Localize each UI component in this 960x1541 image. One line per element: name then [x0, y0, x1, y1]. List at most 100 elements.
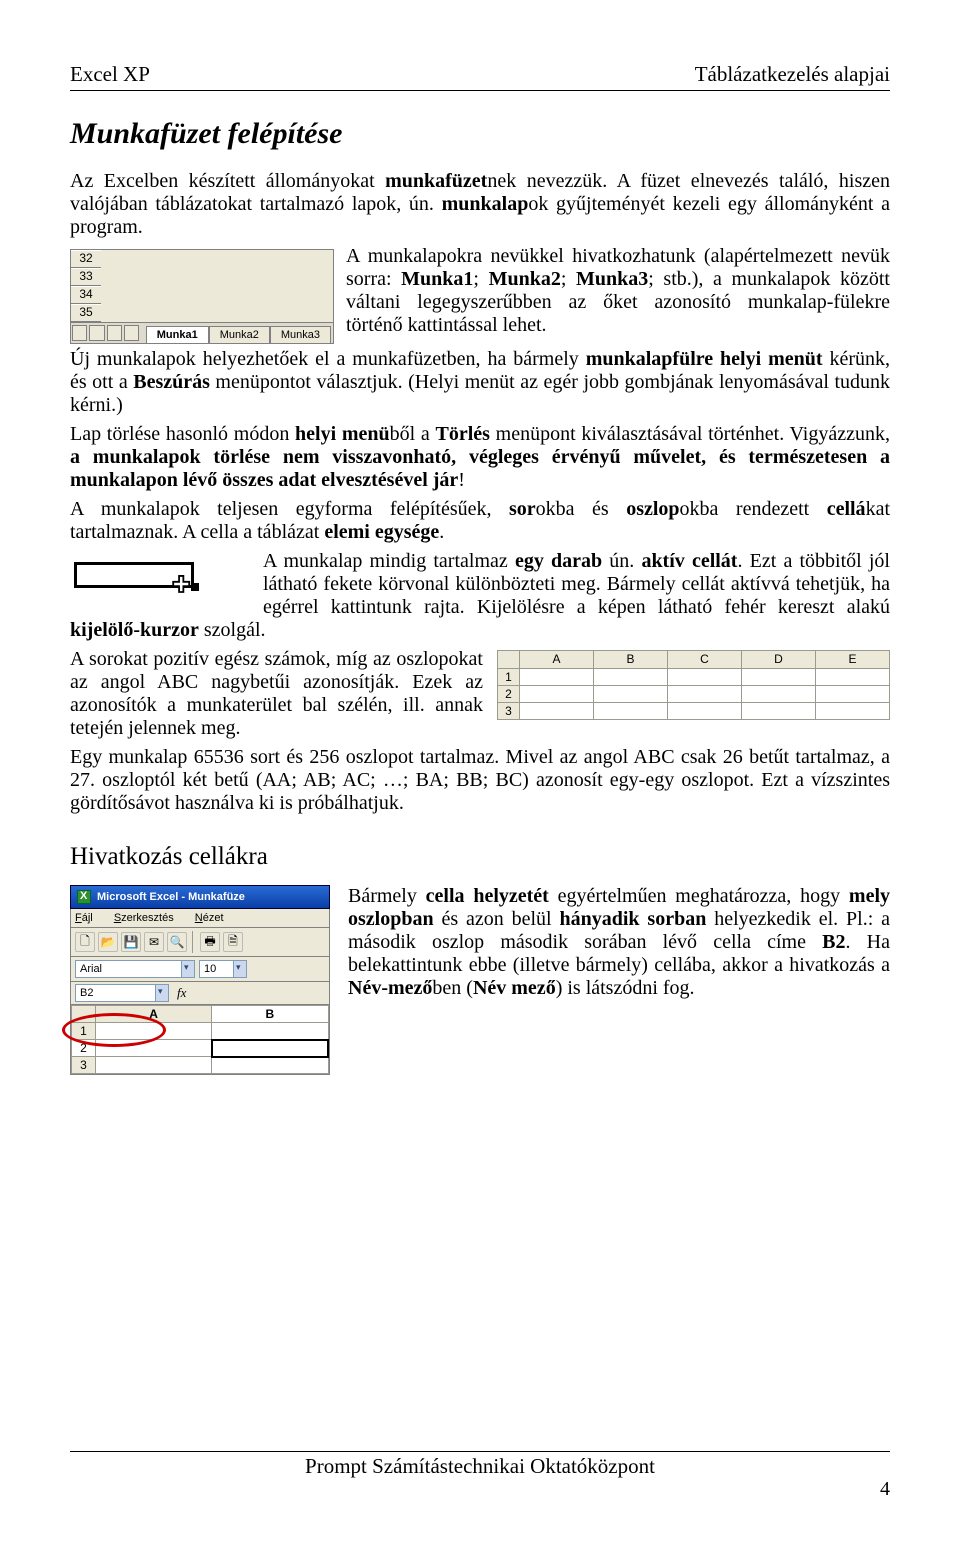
t: hányadik sorban — [560, 908, 707, 930]
search-icon[interactable]: 🔍 — [167, 932, 187, 952]
t: ézet — [203, 912, 224, 924]
chevron-down-icon[interactable] — [155, 985, 168, 1001]
tab-nav-last-icon[interactable] — [124, 325, 139, 341]
row-number-gutter: 32 33 34 35 — [70, 249, 334, 323]
font-size-combo[interactable]: 10 — [199, 960, 247, 978]
row-number: 34 — [71, 286, 101, 304]
column-header[interactable]: B — [594, 650, 668, 668]
row-header-selected[interactable]: 2 — [72, 1040, 96, 1057]
column-header[interactable]: C — [668, 650, 742, 668]
figure-sheet-tabs: 32 33 34 35 Munka1 Munka2 Munka3 — [70, 249, 334, 344]
para-delete-sheet: Lap törlése hasonló módon helyi menüből … — [70, 423, 890, 492]
row-header[interactable]: 3 — [498, 702, 520, 719]
formula-bar: B2 fx — [70, 982, 330, 1005]
figure-select-cursor: ✚ — [70, 554, 245, 602]
chevron-down-icon[interactable] — [181, 961, 194, 977]
t: ! — [458, 469, 465, 491]
cell[interactable] — [594, 702, 668, 719]
row-number: 32 — [71, 250, 101, 268]
t: oszlop — [626, 498, 679, 520]
cell[interactable] — [816, 668, 890, 685]
print-preview-icon[interactable]: 🗎 — [223, 932, 243, 952]
column-header-selected[interactable]: B — [212, 1006, 328, 1023]
t: N — [195, 912, 203, 924]
sheet-tab-active[interactable]: Munka1 — [146, 326, 209, 343]
cell[interactable] — [96, 1023, 212, 1040]
cell[interactable] — [96, 1040, 212, 1057]
cell[interactable] — [668, 668, 742, 685]
column-header[interactable]: A — [520, 650, 594, 668]
t: sor — [509, 498, 536, 520]
t: munkafüzet — [385, 170, 487, 192]
t: Munka1 — [401, 268, 473, 290]
new-file-icon[interactable]: 🗋 — [75, 932, 95, 952]
cell[interactable] — [520, 668, 594, 685]
cell[interactable] — [594, 685, 668, 702]
fill-handle-icon — [191, 583, 199, 591]
name-box[interactable]: B2 — [75, 984, 169, 1002]
column-header[interactable]: E — [816, 650, 890, 668]
t: okba és — [536, 498, 627, 520]
row-header[interactable]: 2 — [498, 685, 520, 702]
select-all-corner[interactable] — [498, 650, 520, 668]
t: . — [439, 521, 444, 543]
t: elemi egysége — [324, 521, 439, 543]
active-cell[interactable] — [212, 1040, 328, 1057]
cell[interactable] — [212, 1023, 328, 1040]
tab-nav-prev-icon[interactable] — [89, 325, 104, 341]
t: ; — [561, 268, 576, 290]
tab-nav-next-icon[interactable] — [107, 325, 122, 341]
t: Név mező — [473, 977, 556, 999]
page-footer: Prompt Számítástechnikai Oktatóközpont 4 — [70, 1451, 890, 1501]
select-all-corner[interactable] — [72, 1006, 96, 1023]
menu-view[interactable]: Nézet — [195, 912, 233, 924]
cell[interactable] — [212, 1057, 328, 1074]
t: Bármely — [348, 885, 426, 907]
fx-icon[interactable]: fx — [177, 985, 186, 1001]
column-header[interactable]: D — [742, 650, 816, 668]
cell[interactable] — [668, 702, 742, 719]
cell[interactable] — [816, 685, 890, 702]
menu-edit[interactable]: Szerkesztés — [114, 912, 183, 924]
t: Az Excelben készített állományokat — [70, 170, 385, 192]
cell[interactable] — [742, 668, 816, 685]
page-header: Excel XP Táblázatkezelés alapjai — [70, 62, 890, 86]
formatting-toolbar: Arial 10 — [70, 957, 330, 982]
header-rule — [70, 90, 890, 91]
t: Munka3 — [576, 268, 648, 290]
cell[interactable] — [520, 685, 594, 702]
cell[interactable] — [96, 1057, 212, 1074]
cell[interactable] — [520, 702, 594, 719]
row-header[interactable]: 1 — [498, 668, 520, 685]
print-icon[interactable]: 🖶 — [200, 932, 220, 952]
sheet-tab[interactable]: Munka2 — [209, 326, 270, 343]
t: Beszúrás — [133, 371, 210, 393]
row-header[interactable]: 3 — [72, 1057, 96, 1074]
cell[interactable] — [816, 702, 890, 719]
font-name-combo[interactable]: Arial — [75, 960, 195, 978]
save-icon[interactable]: 💾 — [121, 932, 141, 952]
tab-nav-first-icon[interactable] — [72, 325, 87, 341]
chevron-down-icon[interactable] — [233, 961, 246, 977]
t: Munka2 — [489, 268, 561, 290]
cell[interactable] — [742, 702, 816, 719]
font-name-value: Arial — [80, 963, 102, 975]
open-file-icon[interactable]: 📂 — [98, 932, 118, 952]
footer-center: Prompt Számítástechnikai Oktatóközpont — [305, 1454, 655, 1478]
t: kijelölő-kurzor — [70, 619, 199, 641]
cell[interactable] — [742, 685, 816, 702]
t: Lap törlése hasonló módon — [70, 423, 295, 445]
para-intro: Az Excelben készített állományokat munka… — [70, 170, 890, 239]
t: egy darab — [515, 550, 602, 572]
column-header[interactable]: A — [96, 1006, 212, 1023]
t: a munkalapok törlése nem visszavonható, … — [70, 446, 890, 491]
menu-file[interactable]: Fájl — [75, 912, 102, 924]
cell[interactable] — [594, 668, 668, 685]
mail-icon[interactable]: ✉ — [144, 932, 164, 952]
select-cursor-icon: ✚ — [172, 572, 190, 598]
sheet-tab[interactable]: Munka3 — [270, 326, 331, 343]
t: Új munkalapok helyezhetőek el a munkafüz… — [70, 348, 586, 370]
cell[interactable] — [668, 685, 742, 702]
t: okba rendezett — [680, 498, 827, 520]
row-header[interactable]: 1 — [72, 1023, 96, 1040]
